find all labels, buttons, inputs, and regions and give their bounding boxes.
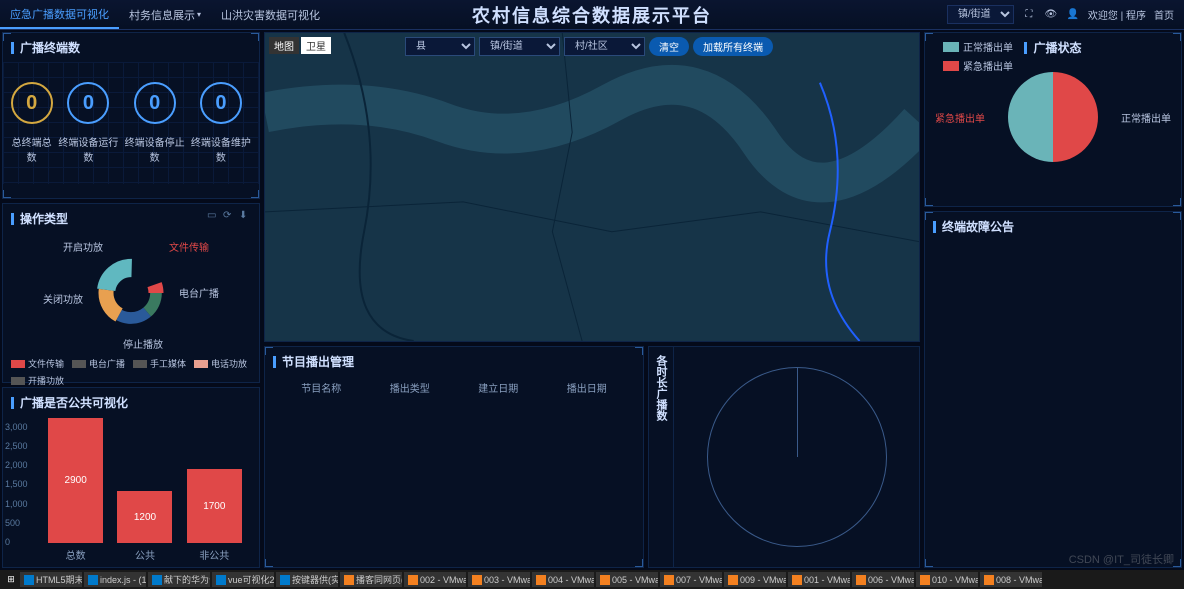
region-select[interactable]: 镇/街道 [947,5,1014,24]
operation-type-panel: 操作类型 ▭ ⟳ ⬇ 开启功放 文件传输 关闭功放 电台广播 停止播放 [2,203,260,383]
home-link[interactable]: 首页 [1154,7,1174,22]
data-view-icon[interactable]: ▭ [207,210,219,222]
chevron-down-icon: ▾ [197,10,201,19]
header: 应急广播数据可视化 村务信息展示▾ 山洪灾害数据可视化 农村信息综合数据展示平台… [0,0,1184,30]
duration-chart [674,347,919,567]
public-panel: 广播是否公共可视化 3,0002,5002,0001,5001,0005000 … [2,387,260,568]
terminal-panel: 广播终端数 0总终端总数 0终端设备运行数 0终端设备停止数 0终端设备维护数 [2,32,260,199]
download-icon[interactable]: ⬇ [239,210,251,222]
map-mode-map[interactable]: 地图 [269,37,299,54]
program-panel: 节目播出管理 节目名称播出类型建立日期播出日期 [264,346,644,568]
task-item[interactable]: 按键器供(实版)-5... [276,572,338,587]
select-village[interactable]: 村/社区 [564,37,645,56]
task-item[interactable]: 005 - VMware ... [596,572,658,587]
map-mode-sat[interactable]: 卫星 [301,37,331,54]
task-item[interactable]: vue可视化20款... [212,572,274,587]
donut-chart: 开启功放 文件传输 关闭功放 电台广播 停止播放 [3,233,259,353]
task-item[interactable]: 献下的华为云文章 [148,572,210,587]
task-item[interactable]: 006 - VMware ... [852,572,914,587]
fullscreen-icon[interactable]: ⛶ [1022,8,1036,22]
stat-maint: 0终端设备维护数 [188,82,254,164]
task-item[interactable]: 002 - VMware ... [404,572,466,587]
op-legend: 文件传输 电台广播 手工媒体 电话功放 开播功放 [3,353,259,391]
task-item[interactable]: 009 - VMware ... [724,572,786,587]
fault-title: 终端故障公告 [925,212,1181,241]
taskbar: ⊞ HTML5期末大...index.js - (17)V...献下的华为云文章… [0,570,1184,589]
stat-running: 0终端设备运行数 [55,82,121,164]
status-panel: 广播状态 正常播出单 紧急播出单 紧急播出单 正常播出单 [924,32,1182,207]
task-item[interactable]: 播客同网页(2) [340,572,402,587]
program-title: 节目播出管理 [265,347,643,376]
stat-total: 0总终端总数 [8,82,55,164]
nav-tab-flood[interactable]: 山洪灾害数据可视化 [211,0,330,29]
nav-tabs: 应急广播数据可视化 村务信息展示▾ 山洪灾害数据可视化 [0,0,330,29]
refresh-icon[interactable]: ⟳ [223,210,235,222]
welcome-text: 欢迎您 | 程序 [1088,7,1146,22]
load-all-button[interactable]: 加载所有终端 [693,37,773,56]
nav-tab-emergency[interactable]: 应急广播数据可视化 [0,0,119,29]
duration-panel: 各时长广播数 [648,346,920,568]
terminal-title: 广播终端数 [3,33,259,62]
stat-stopped: 0终端设备停止数 [122,82,188,164]
header-right: 镇/街道 ⛶ 👁 👤 欢迎您 | 程序 首页 [947,5,1184,24]
task-item[interactable]: HTML5期末大... [20,572,82,587]
task-item[interactable]: 004 - VMware ... [532,572,594,587]
task-item[interactable]: 007 - VMware ... [660,572,722,587]
map-surface[interactable] [265,33,919,341]
task-item[interactable]: index.js - (17)V... [84,572,146,587]
public-title: 广播是否公共可视化 [3,388,259,417]
eye-icon[interactable]: 👁 [1044,8,1058,22]
user-icon: 👤 [1066,8,1080,22]
watermark: CSDN @IT_司徒长卿 [1069,551,1174,567]
select-county[interactable]: 县 [405,37,475,56]
start-icon[interactable]: ⊞ [4,573,18,587]
pie-chart: 紧急播出单 正常播出单 [925,62,1181,172]
select-town[interactable]: 镇/街道 [479,37,560,56]
map-panel: 地图 卫星 县 镇/街道 村/社区 清空 加载所有终端 [264,32,920,342]
task-item[interactable]: 008 - VMware ... [980,572,1042,587]
table-header: 节目名称播出类型建立日期播出日期 [265,376,643,399]
task-item[interactable]: 003 - VMware ... [468,572,530,587]
task-item[interactable]: 010 - VMware ... [916,572,978,587]
duration-title: 各时长广播数 [649,347,674,567]
bar-chart: 3,0002,5002,0001,5001,0005000 2900总数 120… [3,417,259,567]
nav-tab-village[interactable]: 村务信息展示▾ [119,0,211,29]
page-title: 农村信息综合数据展示平台 [472,2,712,28]
clear-button[interactable]: 清空 [649,37,689,56]
task-item[interactable]: 001 - VMware ... [788,572,850,587]
fault-panel: 终端故障公告 [924,211,1182,568]
